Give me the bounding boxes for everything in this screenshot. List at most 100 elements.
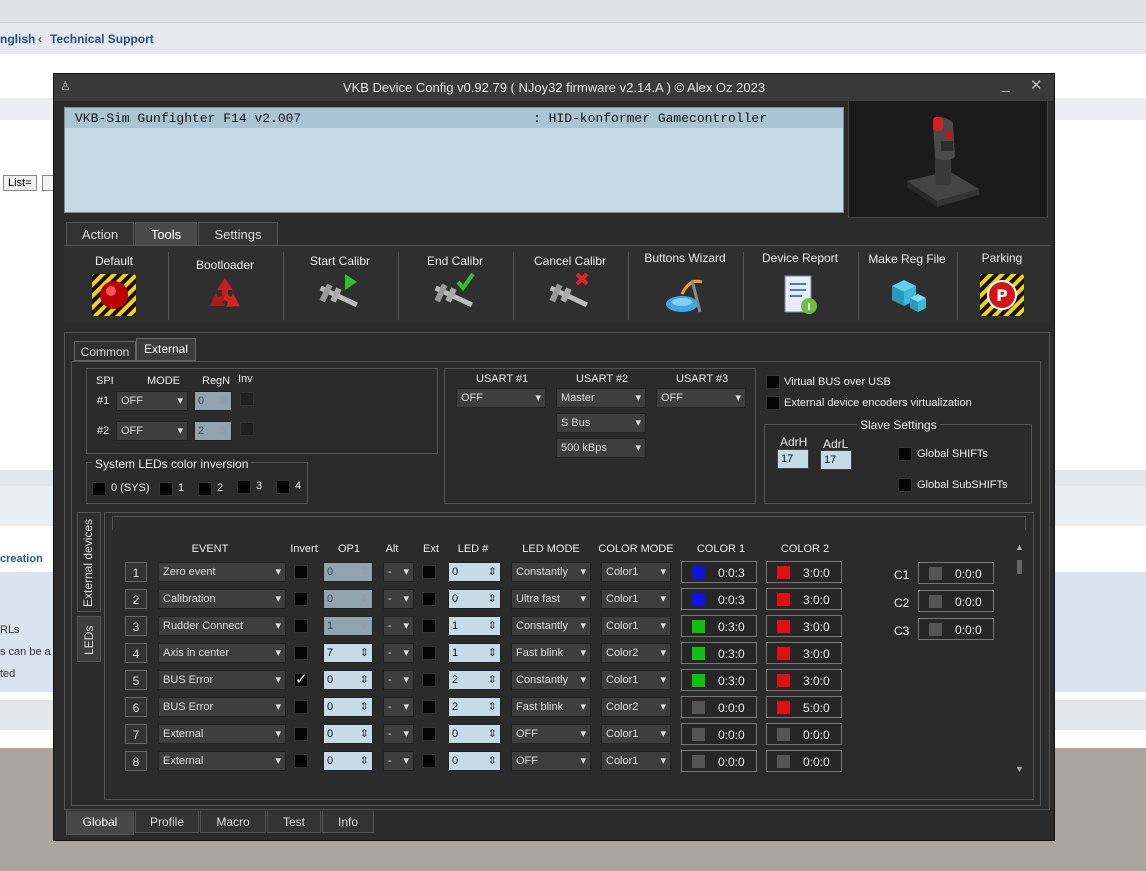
tab-info[interactable]: Info bbox=[322, 811, 374, 833]
invert-checkbox[interactable] bbox=[294, 727, 308, 741]
alt-select[interactable]: - bbox=[383, 670, 414, 690]
sys-led-2-checkbox[interactable] bbox=[198, 482, 212, 496]
sys-led-1-checkbox[interactable] bbox=[159, 482, 173, 496]
device-list[interactable]: VKB-Sim Gunfighter F14 v2.007 : HID-konf… bbox=[64, 107, 844, 213]
row-number[interactable]: 6 bbox=[125, 697, 147, 717]
led-mode-select[interactable]: Constantly bbox=[511, 670, 591, 690]
breadcrumb-support-link[interactable]: Technical Support bbox=[50, 32, 154, 46]
op1-stepper[interactable]: 0 bbox=[323, 670, 373, 690]
sys-led-4-checkbox[interactable] bbox=[276, 480, 290, 494]
led-mode-select[interactable]: OFF bbox=[511, 751, 591, 771]
color1-box[interactable]: 0:0:0 bbox=[681, 723, 757, 745]
leds-scrollbar[interactable]: ▲ ▼ bbox=[1014, 542, 1026, 778]
tab-settings[interactable]: Settings bbox=[198, 222, 278, 246]
color-mode-select[interactable]: Color1 bbox=[601, 670, 671, 690]
alt-select[interactable]: - bbox=[383, 643, 414, 663]
buttons-wizard-button[interactable]: Buttons Wizard bbox=[632, 246, 738, 322]
color2-box[interactable]: 3:0:0 bbox=[766, 561, 842, 583]
scroll-thumb[interactable] bbox=[1017, 560, 1022, 574]
event-select[interactable]: External bbox=[158, 751, 286, 771]
global-shifts-checkbox[interactable] bbox=[898, 447, 912, 461]
op1-stepper[interactable]: 7 bbox=[323, 643, 373, 663]
tab-global[interactable]: Global bbox=[66, 811, 134, 835]
parking-button[interactable]: Parking P bbox=[961, 246, 1043, 322]
end-calibr-button[interactable]: End Calibr bbox=[402, 246, 508, 322]
op1-stepper[interactable]: 0 bbox=[323, 697, 373, 717]
virtual-bus-checkbox[interactable] bbox=[766, 375, 780, 389]
row-number[interactable]: 1 bbox=[125, 562, 147, 582]
tab-tools[interactable]: Tools bbox=[135, 222, 197, 246]
cancel-calibr-button[interactable]: Cancel Calibr bbox=[517, 246, 623, 322]
led-number-stepper[interactable]: 1 bbox=[448, 616, 501, 636]
global-subshifts-checkbox[interactable] bbox=[898, 478, 912, 492]
close-button[interactable]: ✕ bbox=[1030, 76, 1043, 94]
led-number-stepper[interactable]: 0 bbox=[448, 751, 501, 771]
sys-led-3-checkbox[interactable] bbox=[237, 480, 251, 494]
led-mode-select[interactable]: OFF bbox=[511, 724, 591, 744]
c2-color-box[interactable]: 0:0:0 bbox=[918, 590, 994, 612]
event-select[interactable]: BUS Error bbox=[158, 670, 286, 690]
ext-checkbox[interactable] bbox=[422, 592, 436, 606]
row-number[interactable]: 7 bbox=[125, 724, 147, 744]
op1-stepper[interactable]: 0 bbox=[323, 589, 373, 609]
ext-checkbox[interactable] bbox=[422, 619, 436, 633]
invert-checkbox[interactable] bbox=[294, 754, 308, 768]
row-number[interactable]: 3 bbox=[125, 616, 147, 636]
ext-checkbox[interactable] bbox=[422, 727, 436, 741]
event-select[interactable]: BUS Error bbox=[158, 697, 286, 717]
ext-checkbox[interactable] bbox=[422, 646, 436, 660]
invert-checkbox[interactable] bbox=[294, 646, 308, 660]
led-mode-select[interactable]: Ultra fast bbox=[511, 589, 591, 609]
breadcrumb-lang-link[interactable]: nglish bbox=[0, 32, 35, 46]
adrh-input[interactable]: 17 bbox=[777, 449, 809, 469]
invert-checkbox[interactable] bbox=[294, 700, 308, 714]
color2-box[interactable]: 5:0:0 bbox=[766, 696, 842, 718]
title-bar[interactable]: ♙ VKB Device Config v0.92.79 ( NJoy32 fi… bbox=[54, 74, 1054, 101]
tab-macro[interactable]: Macro bbox=[200, 811, 266, 833]
tab-action[interactable]: Action bbox=[66, 222, 134, 246]
color1-box[interactable]: 0:0:3 bbox=[681, 588, 757, 610]
invert-checkbox[interactable] bbox=[294, 592, 308, 606]
color-mode-select[interactable]: Color1 bbox=[601, 751, 671, 771]
led-number-stepper[interactable]: 2 bbox=[448, 697, 501, 717]
led-number-stepper[interactable]: 0 bbox=[448, 724, 501, 744]
spi2-mode-select[interactable]: OFF bbox=[116, 421, 188, 441]
usart2-speed-select[interactable]: 500 kBps bbox=[556, 438, 646, 458]
c1-color-box[interactable]: 0:0:0 bbox=[918, 562, 994, 584]
color1-box[interactable]: 0:0:0 bbox=[681, 696, 757, 718]
led-number-stepper[interactable]: 0 bbox=[448, 589, 501, 609]
color-mode-select[interactable]: Color1 bbox=[601, 562, 671, 582]
usart1-select[interactable]: OFF bbox=[456, 388, 546, 408]
tab-profile[interactable]: Profile bbox=[135, 811, 199, 833]
adrl-input[interactable]: 17 bbox=[820, 450, 852, 470]
led-mode-select[interactable]: Fast blink bbox=[511, 697, 591, 717]
op1-stepper[interactable]: 0 bbox=[323, 724, 373, 744]
device-row[interactable]: VKB-Sim Gunfighter F14 v2.007 : HID-konf… bbox=[65, 108, 843, 128]
color2-box[interactable]: 3:0:0 bbox=[766, 588, 842, 610]
led-mode-select[interactable]: Fast blink bbox=[511, 643, 591, 663]
row-number[interactable]: 8 bbox=[125, 751, 147, 771]
color-mode-select[interactable]: Color1 bbox=[601, 589, 671, 609]
alt-select[interactable]: - bbox=[383, 751, 414, 771]
alt-select[interactable]: - bbox=[383, 697, 414, 717]
alt-select[interactable]: - bbox=[383, 724, 414, 744]
event-select[interactable]: External bbox=[158, 724, 286, 744]
spi1-mode-select[interactable]: OFF bbox=[116, 391, 188, 411]
ext-checkbox[interactable] bbox=[422, 754, 436, 768]
invert-checkbox[interactable] bbox=[294, 619, 308, 633]
alt-select[interactable]: - bbox=[383, 562, 414, 582]
color1-box[interactable]: 0:0:0 bbox=[681, 750, 757, 772]
invert-checkbox[interactable]: ✓ bbox=[294, 671, 308, 688]
event-select[interactable]: Calibration bbox=[158, 589, 286, 609]
color1-box[interactable]: 0:3:0 bbox=[681, 669, 757, 691]
tab-common[interactable]: Common bbox=[74, 341, 136, 361]
color-mode-select[interactable]: Color1 bbox=[601, 724, 671, 744]
tab-external-devices[interactable]: External devices bbox=[77, 512, 101, 612]
scroll-down-icon[interactable]: ▼ bbox=[1015, 764, 1024, 774]
tab-external[interactable]: External bbox=[136, 338, 196, 361]
event-select[interactable]: Zero event bbox=[158, 562, 286, 582]
color1-box[interactable]: 0:3:0 bbox=[681, 615, 757, 637]
color1-box[interactable]: 0:0:3 bbox=[681, 561, 757, 583]
device-report-button[interactable]: Device Report bbox=[747, 246, 853, 322]
color1-box[interactable]: 0:3:0 bbox=[681, 642, 757, 664]
